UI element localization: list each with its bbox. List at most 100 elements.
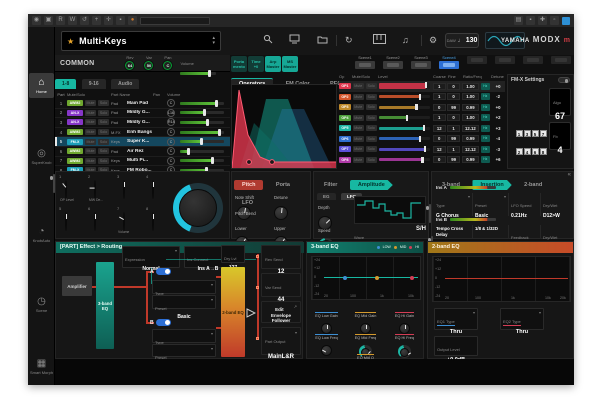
solo-button[interactable]: Solo xyxy=(366,125,377,131)
part-row-3[interactable]: 3AN-X MuteSolo PadMildly G... R14 xyxy=(55,118,230,128)
scene-2-button[interactable]: Scene2 xyxy=(380,55,406,69)
scene-3-button[interactable]: Scene3 xyxy=(408,55,434,69)
ms-master-button[interactable]: MSMaster xyxy=(282,56,298,72)
pan-knob[interactable]: Pan C xyxy=(160,55,175,71)
assign-knob-1[interactable]: 1OP Level xyxy=(58,174,87,206)
part-row-1[interactable]: 1AWM2 MuteSolo PadMain Pad C xyxy=(55,99,230,109)
mute-button[interactable]: Mute xyxy=(353,125,364,131)
eq2-graph[interactable]: +24 +12 0 -12 -24 20 100 1k 10k 20k xyxy=(432,256,571,302)
part-output-field[interactable]: Part Output▾ MainL&R xyxy=(261,327,301,355)
op-level-slider[interactable] xyxy=(379,158,430,161)
mute-button[interactable]: Mute xyxy=(85,148,96,154)
operator-row-5[interactable]: OP5 MuteSolo 121 12.12Hz +3 xyxy=(339,123,505,134)
operator-row-1[interactable]: OP1 MuteSolo 10 1.00Hz +0 xyxy=(339,81,505,92)
eq2-type-field[interactable]: EQ2 Type▾ Thru xyxy=(500,308,544,330)
op-level-slider[interactable] xyxy=(379,137,430,140)
solo-button[interactable]: Solo xyxy=(98,129,109,135)
superknob-toggle[interactable] xyxy=(53,174,55,193)
edit-envelope-follower-button[interactable]: ↗ Edit EnvelopeFollower xyxy=(261,301,301,323)
dry-level-field[interactable]: Dry Lvl 127 xyxy=(221,245,245,263)
preset-stepper[interactable]: ▴▾ xyxy=(212,36,215,46)
ins-b-preset-field[interactable]: 1/8 & 1/32D xyxy=(472,225,508,239)
sidebar-item-scene[interactable]: ◷ Scene xyxy=(29,296,54,313)
assign-knob-5[interactable]: 5 xyxy=(58,206,87,238)
reload-icon[interactable]: ↺ xyxy=(80,16,89,25)
record-icon[interactable]: ● xyxy=(128,16,137,25)
eq3-hi-handle[interactable] xyxy=(410,276,414,280)
op-level-slider[interactable] xyxy=(379,95,430,98)
solo-button[interactable]: Solo xyxy=(366,83,377,89)
solo-button[interactable]: Solo xyxy=(366,115,377,121)
mute-button[interactable]: Mute xyxy=(85,139,96,145)
solo-button[interactable]: Solo xyxy=(98,139,109,145)
scene-7-button[interactable] xyxy=(520,55,546,64)
mute-button[interactable]: Mute xyxy=(85,110,96,116)
settings-gear-icon[interactable]: ⚙ xyxy=(429,34,437,46)
power-icon[interactable]: ◉ xyxy=(32,16,41,25)
algorithm-field[interactable]: Algo 67 xyxy=(549,88,571,116)
scene-5-button[interactable] xyxy=(464,55,490,64)
fmx-enable-toggle[interactable] xyxy=(558,77,570,83)
solo-button[interactable]: Solo xyxy=(366,157,377,163)
var-send-field[interactable]: Var Send 44 xyxy=(261,273,301,297)
part-volume-slider[interactable] xyxy=(180,159,224,162)
variation-send-knob[interactable]: Var 50 xyxy=(141,55,156,71)
tab-parts-1-8[interactable]: 1-8 xyxy=(55,79,76,89)
window-icon[interactable]: ▤ xyxy=(514,16,523,25)
solo-button[interactable]: Solo xyxy=(98,100,109,106)
ins-a-preset-field[interactable]: Preset▾ Basic xyxy=(472,193,508,216)
solo-button[interactable]: Solo xyxy=(366,146,377,152)
ins-a-switch[interactable] xyxy=(156,268,171,275)
op-level-slider[interactable] xyxy=(379,116,430,119)
operator-row-4[interactable]: OP4 MuteSolo 10 1.00Hz +2 xyxy=(339,113,505,124)
part-volume-slider[interactable] xyxy=(180,150,224,153)
arpeggio-notes-icon[interactable]: ♫ xyxy=(402,34,409,46)
ins-a-toggle[interactable] xyxy=(429,204,431,223)
assign-knob-6[interactable]: 6 xyxy=(87,206,116,238)
eq2-block[interactable]: 2-band EQ xyxy=(221,267,245,357)
op-level-slider[interactable] xyxy=(379,83,430,89)
part-row-2[interactable]: 2AN-X MuteSolo PadMildly G... L16 xyxy=(55,109,230,119)
plus-icon[interactable]: ✚ xyxy=(538,16,547,25)
preset-name-field[interactable] xyxy=(140,17,210,25)
solo-button[interactable]: Solo xyxy=(98,148,109,154)
write-automation-button[interactable]: W xyxy=(68,16,77,25)
op-level-slider[interactable] xyxy=(379,127,430,130)
scene-4-button[interactable]: Scene4 xyxy=(436,55,462,69)
favorite-star-icon[interactable]: ★ xyxy=(67,37,74,46)
sidebar-item-knobauto[interactable]: ◔ KnobAuto xyxy=(29,226,54,243)
routing-a-preset[interactable]: Preset▾ Basic xyxy=(152,295,216,309)
rev-send-field[interactable]: Rev Send 12 xyxy=(261,245,301,269)
folder-icon[interactable] xyxy=(317,34,328,44)
part-volume-slider[interactable] xyxy=(180,140,224,143)
portamento-button[interactable]: Portamento xyxy=(231,56,247,72)
part-row-7[interactable]: 7AWM2 MuteSolo KeysMulti Pi... C xyxy=(55,157,230,167)
solo-button[interactable]: Solo xyxy=(98,158,109,164)
part-volume-slider[interactable] xyxy=(180,121,224,124)
dot2-icon[interactable]: ▪ xyxy=(526,16,535,25)
operator-row-8[interactable]: OP8 MuteSolo 099 0.99Hz +6 xyxy=(339,155,505,166)
reverb-send-knob[interactable]: Rev 64 xyxy=(122,55,137,71)
eq3-graph[interactable]: +24 +12 0 -12 -24 20 100 1k 10k xyxy=(311,256,421,300)
portamento-time-button[interactable]: Time+0 xyxy=(248,56,264,72)
tab-2band[interactable]: 2-band xyxy=(516,180,550,190)
mute-button[interactable]: Mute xyxy=(85,158,96,164)
add-icon[interactable]: + xyxy=(92,16,101,25)
eq1-type-field[interactable]: EQ1 Type▾ Thru xyxy=(434,308,478,330)
keyboard-icon[interactable] xyxy=(373,34,386,44)
ins-b-feedback-field[interactable]: Feedback +35 xyxy=(508,225,540,239)
mute-button[interactable]: Mute xyxy=(353,146,364,152)
tempo-display[interactable]: DAW ♩ 130 xyxy=(445,33,479,48)
mute-button[interactable]: Mute xyxy=(85,129,96,135)
scene-1-button[interactable]: Scene1 xyxy=(352,55,378,69)
mute-button[interactable]: Mute xyxy=(353,157,364,163)
sidebar-item-smart-morph[interactable]: ▦ Smart Morph xyxy=(29,358,54,375)
scene-8-button[interactable] xyxy=(548,55,574,64)
assign-knob-2[interactable]: 2MW De... xyxy=(87,174,116,206)
operator-row-7[interactable]: OP7 MuteSolo 121 12.12Hz -3 xyxy=(339,144,505,155)
part-row-5-selected[interactable]: 5FM-X MuteSolo KeysSuper K... C xyxy=(55,137,230,147)
operator-row-6[interactable]: OP6 MuteSolo 099 0.99Hz -4 xyxy=(339,134,505,145)
tab-audio[interactable]: Audio xyxy=(111,79,139,89)
eq3-mid-handle[interactable] xyxy=(375,276,379,280)
monitor-icon[interactable] xyxy=(289,34,300,44)
